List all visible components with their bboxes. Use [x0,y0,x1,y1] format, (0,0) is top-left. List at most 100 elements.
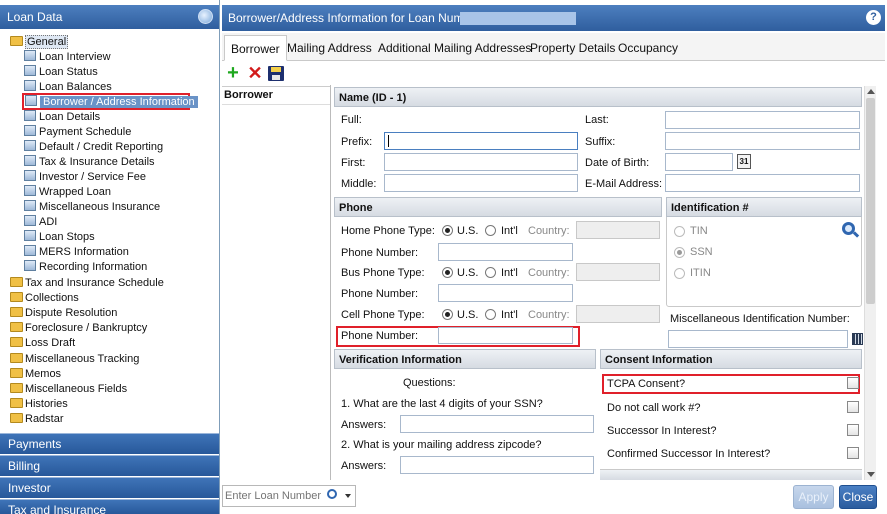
confirmed-successor-checkbox[interactable] [847,447,859,459]
tcpa-consent-checkbox[interactable] [847,377,859,389]
search-icon[interactable] [198,9,213,24]
close-button[interactable]: Close [839,485,877,509]
loan-number-search[interactable] [222,485,356,507]
bus-us-radio[interactable] [442,267,453,278]
scroll-thumb[interactable] [866,98,875,304]
answer-1-label: Answers: [341,419,387,431]
cell-intl-radio[interactable] [485,309,496,320]
tree-item-label: Collections [25,292,79,304]
tree-item-label: Loan Details [39,111,101,123]
tree-item[interactable]: Miscellaneous Insurance [24,200,160,215]
section-investor[interactable]: Investor [0,477,219,498]
suffix-input[interactable] [665,132,860,150]
tree-item[interactable]: Collections [10,291,79,306]
folder-icon [10,413,23,423]
cell-country-input[interactable] [576,305,660,323]
page-icon [24,260,36,271]
suffix-label: Suffix: [585,136,616,148]
do-not-call-work-checkbox[interactable] [847,401,859,413]
calendar-icon[interactable]: 31 [737,154,751,169]
tree-item[interactable]: Loan Interview [24,50,111,65]
tree-item-label: Memos [25,368,62,380]
tab-property-details[interactable]: Property Details [524,35,621,61]
misc-id-input[interactable] [668,330,848,348]
apply-button[interactable]: Apply [793,485,834,509]
home-country-input[interactable] [576,221,660,239]
first-input[interactable] [384,153,578,171]
section-tax-and-insurance[interactable]: Tax and Insurance [0,499,219,514]
bus-country-label: Country: [528,267,570,279]
tree-item[interactable]: Loan Status [24,65,98,80]
next-panel-edge [600,469,862,480]
subnav-divider [222,104,330,105]
subnav-borrower[interactable]: Borrower [224,89,273,101]
tree-item[interactable]: Loss Draft [10,336,75,351]
scroll-down-icon[interactable] [867,472,875,477]
form-title: Borrower/Address Information for Loan Nu… [228,11,485,25]
home-phone-number-input[interactable] [438,243,573,261]
tin-radio[interactable] [674,226,685,237]
tree-item[interactable]: Loan Stops [24,230,95,245]
tab-borrower[interactable]: Borrower [224,35,287,61]
save-icon[interactable] [268,66,284,81]
tree-item[interactable]: Tax & Insurance Details [24,155,155,170]
dob-input[interactable] [665,153,733,171]
tab-mailing-address[interactable]: Mailing Address [281,35,378,61]
home-us-radio[interactable] [442,225,453,236]
tree-item[interactable]: Memos [10,367,61,382]
tree-item-label: MERS Information [39,246,129,258]
add-icon[interactable]: + [224,63,242,83]
scroll-up-icon[interactable] [867,89,875,94]
loan-data-tree: General Loan Interview Loan Status Loan Bal… [0,32,219,432]
loan-search-icon[interactable] [327,489,337,499]
loan-number-input[interactable] [225,488,321,504]
tree-item[interactable]: Miscellaneous Fields [10,382,127,397]
tree-item[interactable]: Borrower / Address Information [22,93,198,110]
section-payments[interactable]: Payments [0,433,219,454]
prefix-input[interactable] [384,132,578,150]
tab-additional-mailing-addresses[interactable]: Additional Mailing Addresses [372,35,537,61]
bus-phone-number-input[interactable] [438,284,573,302]
bus-country-input[interactable] [576,263,660,281]
tree-item[interactable]: Payment Schedule [24,125,131,140]
tab-occupancy[interactable]: Occupancy [612,35,684,61]
tree-item[interactable]: MERS Information [24,245,129,260]
tree-item[interactable]: Dispute Resolution [10,306,117,321]
email-input[interactable] [665,174,860,192]
tree-item[interactable]: Histories [10,397,68,412]
tree-item[interactable]: Loan Details [24,110,100,125]
home-country-label: Country: [528,225,570,237]
chevron-down-icon[interactable] [345,494,351,498]
tree-item[interactable]: Foreclosure / Bankruptcy [10,321,147,336]
tree-item[interactable]: Radstar [10,412,64,427]
home-intl-radio[interactable] [485,225,496,236]
page-icon [24,140,36,151]
last-input[interactable] [665,111,860,129]
help-icon[interactable]: ? [866,10,881,25]
bus-intl-radio[interactable] [485,267,496,278]
tcpa-consent-label: TCPA Consent? [607,378,686,390]
form-scrollbar[interactable] [864,86,876,480]
tree-item[interactable]: ADI [24,215,57,230]
tree-item[interactable]: Default / Credit Reporting [24,140,163,155]
tree-item[interactable]: Investor / Service Fee [24,170,146,185]
calculator-icon[interactable] [852,333,863,345]
tree-item[interactable]: Wrapped Loan [24,185,111,200]
home-phone-number-label: Phone Number: [341,247,419,259]
tree-item[interactable]: Recording Information [24,260,147,275]
answer-2-input[interactable] [400,456,594,474]
itin-radio[interactable] [674,268,685,279]
successor-in-interest-checkbox[interactable] [847,424,859,436]
delete-icon[interactable]: ✕ [246,64,264,82]
ssn-radio[interactable] [674,247,685,258]
middle-input[interactable] [384,174,578,192]
home-intl-label: Int'l [501,225,518,237]
tree-item[interactable]: Miscellaneous Tracking [10,352,139,367]
cell-phone-number-input[interactable] [438,327,573,344]
page-icon [24,200,36,211]
cell-us-radio[interactable] [442,309,453,320]
section-billing[interactable]: Billing [0,455,219,476]
answer-1-input[interactable] [400,415,594,433]
tree-item[interactable]: General [10,35,69,50]
tree-item[interactable]: Tax and Insurance Schedule [10,276,164,291]
